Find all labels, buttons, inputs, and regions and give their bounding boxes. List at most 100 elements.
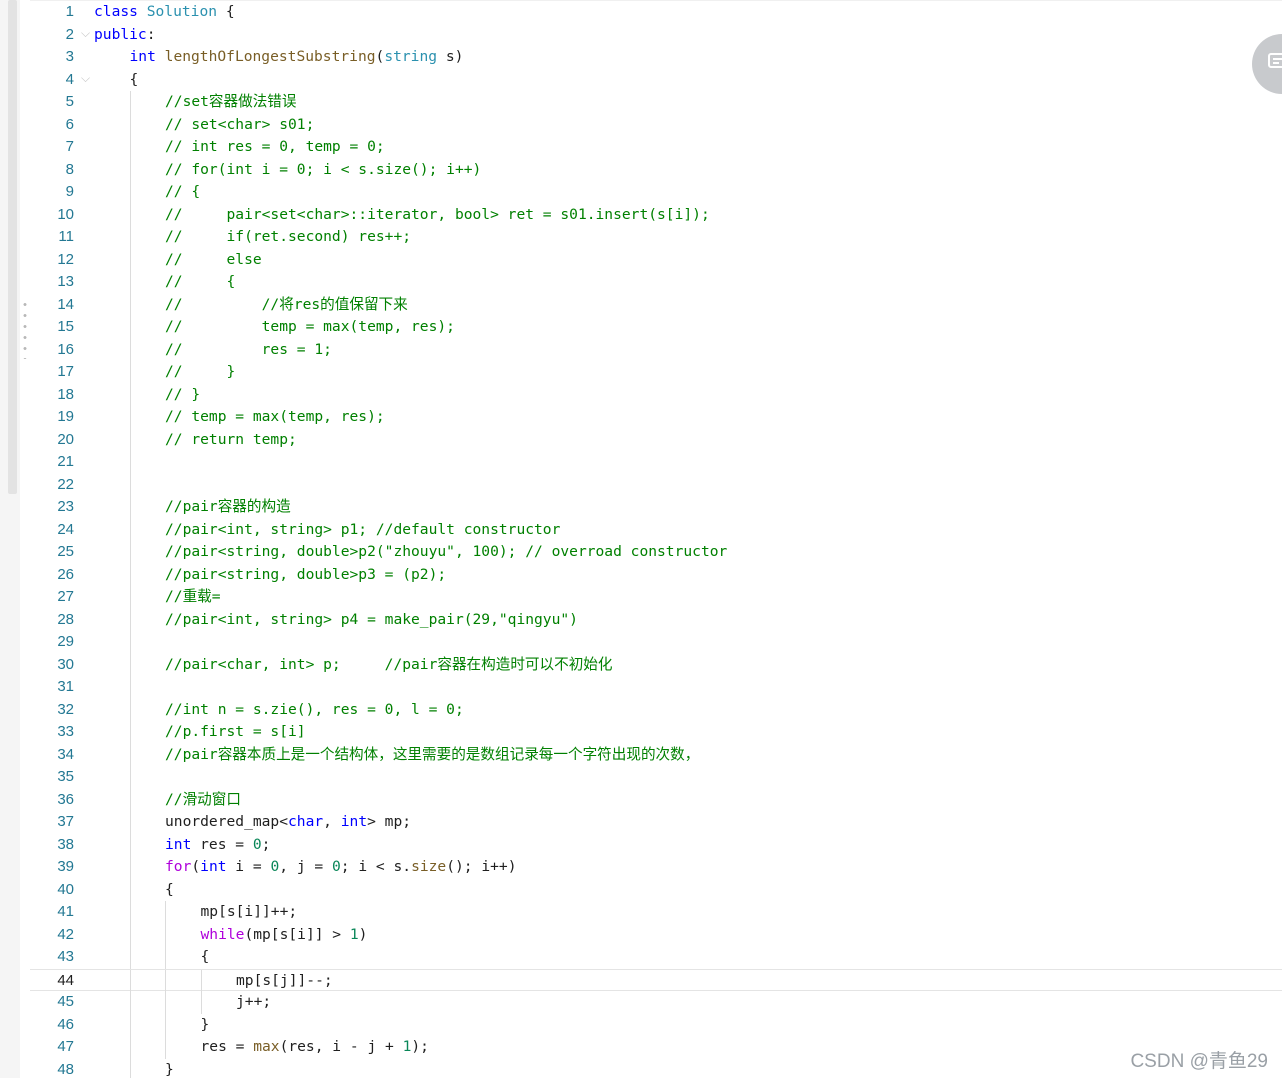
indent-guide bbox=[165, 946, 166, 969]
code-line[interactable]: 15 // temp = max(temp, res); bbox=[30, 316, 1282, 339]
fold-chevron-icon[interactable]: ⌵ bbox=[81, 22, 90, 45]
code-line[interactable]: 43 { bbox=[30, 946, 1282, 969]
code-line[interactable]: 30 //pair<char, int> p; //pair容器在构造时可以不初始… bbox=[30, 653, 1282, 676]
code-line[interactable]: 9 // { bbox=[30, 181, 1282, 204]
code-line[interactable]: 2 ⌵ public: bbox=[30, 24, 1282, 47]
indent-guide bbox=[129, 248, 131, 271]
code-line[interactable]: 27 //重载= bbox=[30, 586, 1282, 609]
code-text: //pair<int, string> p1; //default constr… bbox=[165, 519, 560, 542]
code-line[interactable]: 23 //pair容器的构造 bbox=[30, 496, 1282, 519]
code-line[interactable]: 16 // res = 1; bbox=[30, 338, 1282, 361]
indent-guide bbox=[129, 923, 131, 946]
line-number: 45 bbox=[57, 993, 74, 1010]
indent-guide bbox=[129, 361, 131, 384]
code-line[interactable]: 35 bbox=[30, 766, 1282, 789]
indent-guide bbox=[129, 946, 131, 969]
code-line[interactable]: 12 // else bbox=[30, 248, 1282, 271]
code-line[interactable]: 38 int res = 0; bbox=[30, 833, 1282, 856]
line-number: 44 bbox=[57, 971, 74, 989]
code-line[interactable]: 45 j++; bbox=[30, 991, 1282, 1014]
code-text: for(int i = 0, j = 0; i < s.size(); i++) bbox=[165, 856, 517, 879]
code-text: while(mp[s[i]] > 1) bbox=[201, 924, 368, 947]
code-line[interactable]: 5 //set容器做法错误 bbox=[30, 91, 1282, 114]
code-line[interactable]: 8 // for(int i = 0; i < s.size(); i++) bbox=[30, 158, 1282, 182]
code-token: // return temp; bbox=[165, 430, 297, 448]
code-token: (res, i - j + bbox=[279, 1038, 403, 1055]
code-text: //int n = s.zie(), res = 0, l = 0; bbox=[165, 699, 464, 722]
code-line[interactable]: 47 res = max(res, i - j + 1); bbox=[30, 1036, 1282, 1059]
code-line[interactable]: 10 // pair<set<char>::iterator, bool> ret… bbox=[30, 203, 1282, 226]
code-token: //set容器做法错误 bbox=[165, 93, 297, 110]
code-line[interactable]: 48} bbox=[30, 1058, 1282, 1078]
code-line[interactable]: 17 // } bbox=[30, 361, 1282, 384]
code-token: int bbox=[129, 48, 156, 65]
line-number: 33 bbox=[57, 723, 74, 740]
code-line[interactable]: 18 // } bbox=[30, 383, 1282, 406]
code-token: (); i++) bbox=[446, 858, 517, 875]
code-token: // pair<set<char>::iterator, bool> ret =… bbox=[165, 205, 710, 223]
code-text: // //将res的值保留下来 bbox=[165, 294, 408, 317]
code-line[interactable]: 46} bbox=[30, 1013, 1282, 1036]
indent-guide bbox=[165, 923, 166, 946]
code-line[interactable]: 21 bbox=[30, 451, 1282, 474]
code-token: for bbox=[165, 858, 192, 875]
code-token: string bbox=[384, 48, 438, 65]
indent-guide bbox=[129, 1058, 131, 1078]
line-number: 20 bbox=[57, 430, 74, 448]
code-line[interactable]: 19 // temp = max(temp, res); bbox=[30, 406, 1282, 429]
code-line[interactable]: 36 //滑动窗口 bbox=[30, 788, 1282, 811]
code-token: 0 bbox=[331, 858, 341, 875]
scrollbar-thumb[interactable] bbox=[8, 0, 17, 494]
line-number: 29 bbox=[57, 633, 74, 650]
code-token: class bbox=[94, 3, 138, 20]
code-line[interactable]: 20 // return temp; bbox=[30, 428, 1282, 451]
resize-handle[interactable] bbox=[23, 299, 27, 359]
code-line[interactable]: 31 bbox=[30, 676, 1282, 699]
code-line[interactable]: 4 ⌵ { bbox=[30, 69, 1282, 92]
code-text: int lengthOfLongestSubstring(string s) bbox=[130, 46, 464, 69]
indent-guide bbox=[129, 833, 131, 856]
code-line[interactable]: 24 //pair<int, string> p1; //default cons… bbox=[30, 518, 1282, 542]
code-line[interactable]: 42 while(mp[s[i]] > 1) bbox=[30, 923, 1282, 947]
code-line[interactable]: 25 //pair<string, double>p2("zhouyu", 100… bbox=[30, 541, 1282, 564]
code-token: //pair容器的构造 bbox=[165, 498, 291, 515]
code-line[interactable]: 37 unordered_map<char, int> mp; bbox=[30, 811, 1282, 834]
code-text: // for(int i = 0; i < s.size(); i++) bbox=[165, 159, 481, 182]
code-token: size bbox=[411, 858, 447, 875]
code-line[interactable]: 32 //int n = s.zie(), res = 0, l = 0; bbox=[30, 698, 1282, 722]
code-line[interactable]: 1 class Solution { bbox=[30, 1, 1282, 24]
code-line[interactable]: 13 // { bbox=[30, 271, 1282, 294]
code-editor[interactable]: 1 class Solution {2 ⌵ public: 3 int lengthOfL… bbox=[30, 0, 1282, 1078]
code-line[interactable]: 34 //pair容器本质上是一个结构体，这里需要的是数组记录每一个字符出现的次数… bbox=[30, 743, 1282, 766]
indent-guide bbox=[129, 766, 131, 789]
code-token: { bbox=[129, 70, 139, 88]
code-text: unordered_map<char, int> mp; bbox=[165, 811, 411, 834]
indent-guide bbox=[129, 338, 131, 361]
line-number: 1 bbox=[65, 3, 74, 20]
line-number: 3 bbox=[65, 48, 74, 65]
left-scrollbar-track[interactable] bbox=[0, 0, 20, 1078]
code-line[interactable]: 6 // set<char> s01; bbox=[30, 113, 1282, 136]
code-line[interactable]: 39 for(int i = 0, j = 0; i < s.size(); i+… bbox=[30, 856, 1282, 879]
code-line[interactable]: 22 bbox=[30, 473, 1282, 496]
code-line[interactable]: 26 //pair<string, double>p3 = (p2); bbox=[30, 563, 1282, 586]
code-line[interactable]: 41 mp[s[i]]++; bbox=[30, 901, 1282, 924]
code-text: // temp = max(temp, res); bbox=[165, 316, 455, 339]
code-line[interactable]: 40 { bbox=[30, 878, 1282, 901]
code-line[interactable]: 7 // int res = 0, temp = 0; bbox=[30, 136, 1282, 159]
code-line[interactable]: 29 bbox=[30, 631, 1282, 654]
line-number: 8 bbox=[65, 160, 74, 178]
fold-chevron-icon[interactable]: ⌵ bbox=[81, 67, 90, 90]
comment-icon bbox=[1252, 51, 1282, 77]
code-text: j++; bbox=[236, 991, 271, 1014]
code-line[interactable]: 14 // //将res的值保留下来 bbox=[30, 293, 1282, 317]
code-token: { bbox=[217, 3, 235, 20]
code-line[interactable]: 3 int lengthOfLongestSubstring(string s) bbox=[30, 46, 1282, 69]
code-line[interactable]: 33 //p.first = s[i] bbox=[30, 721, 1282, 744]
code-token: } bbox=[200, 1015, 210, 1033]
line-number: 22 bbox=[57, 475, 74, 493]
code-line[interactable]: 11 // if(ret.second) res++; bbox=[30, 226, 1282, 249]
code-line[interactable]: 44 mp[s[j]]--; bbox=[30, 968, 1282, 992]
code-line[interactable]: 28 //pair<int, string> p4 = make_pair(29,… bbox=[30, 608, 1282, 631]
